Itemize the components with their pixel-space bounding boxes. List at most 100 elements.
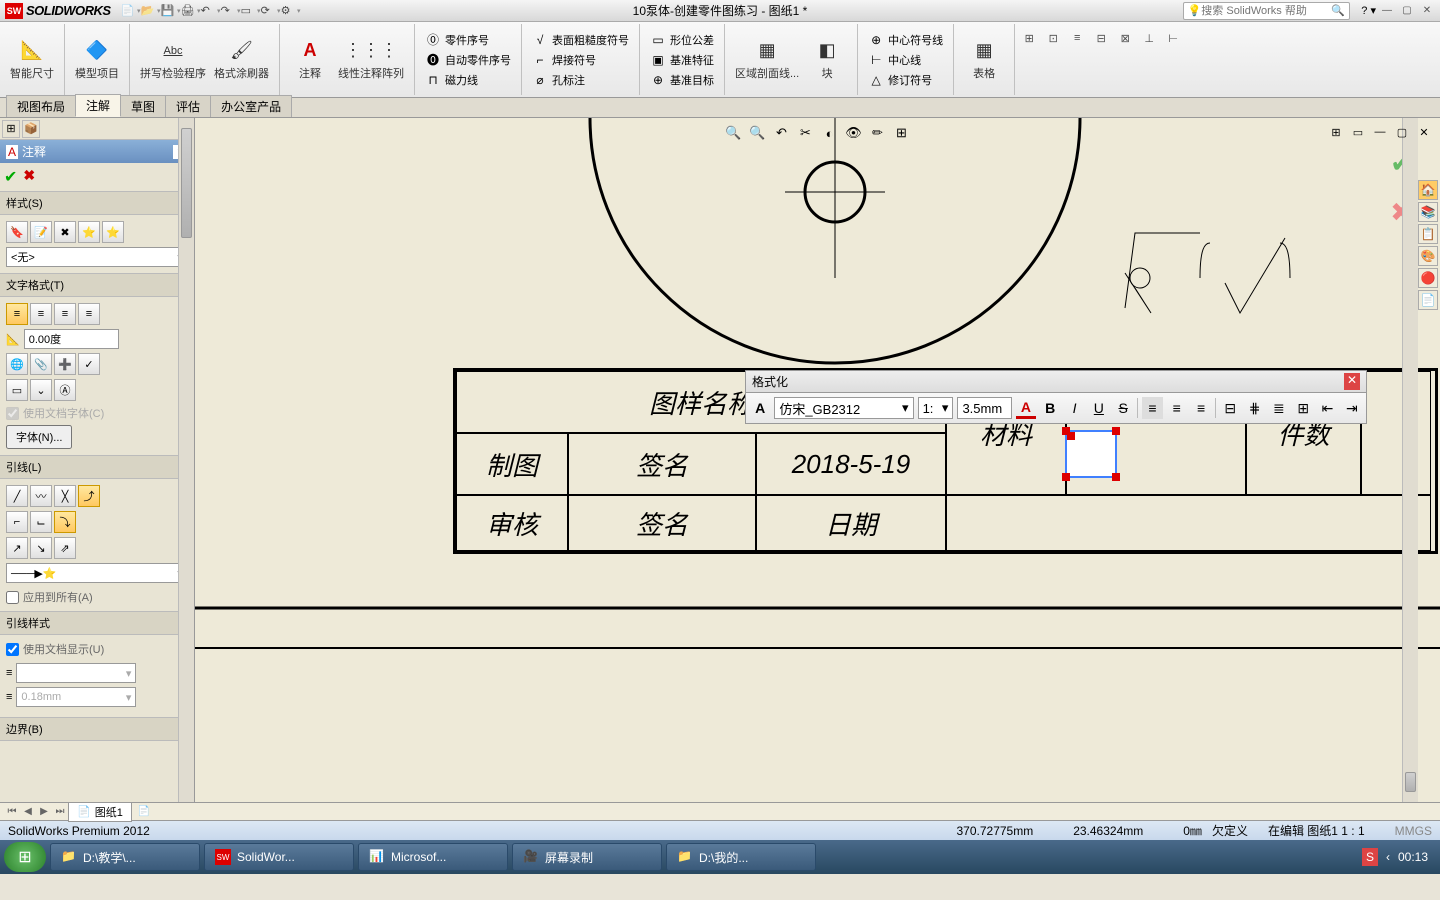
tool1-icon[interactable]: ⊞ (1019, 28, 1039, 48)
leader9-icon[interactable]: ↘ (30, 537, 52, 559)
canvas-scrollbar[interactable] (1402, 118, 1418, 802)
panel-scrollbar[interactable] (178, 118, 194, 802)
sheet-last-icon[interactable]: ⏭ (52, 806, 68, 817)
tab-view-layout[interactable]: 视图布局 (6, 95, 76, 117)
center-mark-button[interactable]: ⊕中心符号线 (864, 31, 947, 49)
leader10-icon[interactable]: ⇗ (54, 537, 76, 559)
sheet-tab-1[interactable]: 📄图纸1 (68, 802, 132, 822)
sheet-first-icon[interactable]: ⏮ (4, 806, 20, 817)
redo-icon[interactable]: ↷ (221, 4, 235, 18)
section-border-header[interactable]: 边界(B)⌄ (0, 717, 194, 741)
help-dropdown-icon[interactable]: ? ▾ (1361, 4, 1376, 18)
font-height-input[interactable]: 3.5mm (957, 397, 1011, 419)
sheet-add-icon[interactable]: 📄 (136, 806, 152, 817)
tool2-icon[interactable]: ⊡ (1043, 28, 1063, 48)
style-delete-icon[interactable]: ✖ (54, 221, 76, 243)
print-icon[interactable]: 🖨 (181, 4, 195, 18)
style-edit-icon[interactable]: 📝 (30, 221, 52, 243)
accept-button[interactable]: ✔ (4, 167, 17, 187)
options-icon[interactable]: ⚙ (281, 4, 295, 18)
font-button[interactable]: 字体(N)... (6, 425, 72, 449)
tray-arrow-icon[interactable]: ‹ (1386, 850, 1390, 864)
cancel-button[interactable]: ✖ (23, 167, 35, 187)
edit-sketch-icon[interactable]: ✏ (868, 124, 888, 142)
list1-icon[interactable]: ≣ (1269, 397, 1289, 419)
clock[interactable]: 00:13 (1398, 850, 1428, 864)
dock-custom-icon[interactable]: 📄 (1418, 290, 1438, 310)
sheet-prev-icon[interactable]: ◀ (20, 806, 36, 817)
help-search[interactable]: 💡 🔍 (1183, 2, 1350, 20)
area-hatch-button[interactable]: ▦区域剖面线... (731, 37, 803, 83)
taskbar-item-3[interactable]: 📊Microsof... (358, 843, 508, 871)
leader2-icon[interactable]: 〰 (30, 485, 52, 507)
sym3-icon[interactable]: Ⓐ (54, 379, 76, 401)
style-combo[interactable]: <无>▾ (6, 247, 188, 267)
align-right-button[interactable]: ≡ (54, 303, 76, 325)
revision-symbol-button[interactable]: △修订符号 (864, 71, 947, 89)
drawing-canvas[interactable]: 🔍 🔍 ↶ ✂ ◐ 👁 ✏ ⊞ ⊞ ▭ — ▢ ✕ ✔ ✖ 🏠 📚 📋 🎨 🔴 … (195, 118, 1440, 802)
dock-view-icon[interactable]: 🎨 (1418, 246, 1438, 266)
style-add-icon[interactable]: 🔖 (6, 221, 28, 243)
align-l-icon[interactable]: ≡ (1142, 397, 1162, 419)
tables-button[interactable]: ▦表格 (960, 37, 1008, 83)
close-icon[interactable]: ✕ (1418, 4, 1436, 18)
config-icon[interactable]: 📦 (22, 120, 40, 138)
tool3-icon[interactable]: ≡ (1067, 28, 1087, 48)
weld-symbol-button[interactable]: ⌐焊接符号 (528, 51, 633, 69)
strike-button[interactable]: S (1113, 397, 1133, 419)
taskbar-item-4[interactable]: 🎥屏幕录制 (512, 843, 662, 871)
tab-office[interactable]: 办公室产品 (210, 95, 292, 117)
leader3-icon[interactable]: ╳ (54, 485, 76, 507)
align-left-button[interactable]: ≡ (6, 303, 28, 325)
view-orient-icon[interactable]: ⊞ (892, 124, 912, 142)
geo-tolerance-button[interactable]: ▭形位公差 (646, 31, 718, 49)
dock-clip-icon[interactable]: 📋 (1418, 224, 1438, 244)
sym1-icon[interactable]: ▭ (6, 379, 28, 401)
dock-lib-icon[interactable]: 📚 (1418, 202, 1438, 222)
linear-pattern-button[interactable]: ⋮⋮⋮线性注释阵列 (334, 37, 408, 83)
angle-input[interactable] (24, 329, 119, 349)
leader4-icon[interactable]: ⤴ (78, 485, 100, 507)
list2-icon[interactable]: ⊞ (1293, 397, 1313, 419)
align-c-icon[interactable]: ≡ (1167, 397, 1187, 419)
font-size-combo[interactable]: 1:▾ (918, 397, 954, 419)
tool5-icon[interactable]: ⊠ (1115, 28, 1135, 48)
number-icon[interactable]: ⋕ (1244, 397, 1264, 419)
vp-close-icon[interactable]: ✕ (1416, 124, 1432, 140)
section-leader-style-header[interactable]: 引线样式⌃ (0, 611, 194, 635)
taskbar-item-5[interactable]: 📁D:\我的... (666, 843, 816, 871)
select-icon[interactable]: ▭ (241, 4, 255, 18)
datum-feature-button[interactable]: ▣基准特征 (646, 51, 718, 69)
section-view-icon[interactable]: ✂ (796, 124, 816, 142)
start-button[interactable]: ⊞ (4, 842, 46, 872)
dock-home-icon[interactable]: 🏠 (1418, 180, 1438, 200)
indent-dec-icon[interactable]: ⇤ (1317, 397, 1337, 419)
arrow-style-combo[interactable]: ───▶⭐▾ (6, 563, 188, 583)
leader1-icon[interactable]: ╱ (6, 485, 28, 507)
model-items-button[interactable]: 🔷模型项目 (71, 37, 123, 83)
vp-min-icon[interactable]: — (1372, 124, 1388, 140)
note-button[interactable]: A注释 (286, 37, 334, 83)
rebuild-icon[interactable]: ⟳ (261, 4, 275, 18)
status-units[interactable]: MMGS (1395, 824, 1432, 838)
use-doc-display-checkbox[interactable]: 使用文档显示(U) (6, 641, 188, 657)
hide-show-icon[interactable]: 👁 (844, 124, 864, 142)
section-style-header[interactable]: 样式(S)⌃ (0, 191, 194, 215)
balloon-button[interactable]: ⓪零件序号 (421, 31, 515, 49)
restore-icon[interactable]: ▢ (1398, 4, 1416, 18)
tool6-icon[interactable]: ⊥ (1139, 28, 1159, 48)
style-fav1-icon[interactable]: ⭐ (78, 221, 100, 243)
minimize-icon[interactable]: — (1378, 4, 1396, 18)
align-justify-button[interactable]: ≡ (78, 303, 100, 325)
format-close-icon[interactable]: ✕ (1344, 373, 1360, 390)
font-color-icon[interactable]: A (1016, 397, 1036, 419)
style-fav2-icon[interactable]: ⭐ (102, 221, 124, 243)
font-family-combo[interactable]: 仿宋_GB2312▾ (774, 397, 913, 419)
block-button[interactable]: ◧块 (803, 37, 851, 83)
section-text-header[interactable]: 文字格式(T)⌃ (0, 273, 194, 297)
leader7-icon[interactable]: ⤵ (54, 511, 76, 533)
search-icon[interactable]: 🔍 (1331, 4, 1345, 17)
leader6-icon[interactable]: ⌙ (30, 511, 52, 533)
hole-callout-button[interactable]: ⌀孔标注 (528, 71, 633, 89)
link-icon[interactable]: 🌐 (6, 353, 28, 375)
